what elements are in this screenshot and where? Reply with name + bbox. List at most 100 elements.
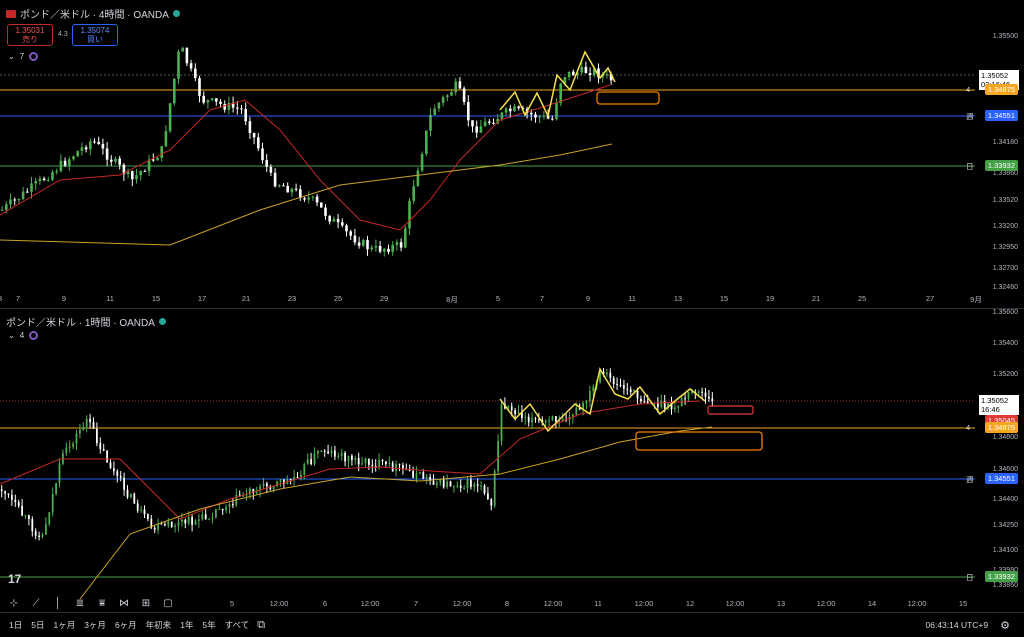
candle-body — [41, 534, 44, 537]
candle-body — [240, 108, 243, 110]
range-button[interactable]: 3ヶ月 — [84, 619, 106, 631]
cursor-icon[interactable]: ⊹ — [6, 598, 22, 609]
candle-body — [181, 519, 183, 522]
range-button[interactable]: すべて — [225, 619, 250, 631]
chart-pane-1h[interactable]: ポンド／米ドル · 1時間 · OANDA ⌄ 4 1.35600 1.35400… — [0, 308, 1024, 613]
range-button[interactable]: 1年 — [180, 619, 193, 631]
candle-body — [336, 219, 340, 223]
candle-body — [97, 141, 100, 144]
moving-average-red — [0, 400, 701, 520]
gear-icon[interactable]: ⚙ — [1000, 619, 1010, 632]
time-tick: 8月 — [446, 295, 458, 304]
channel-icon[interactable]: ⩸ — [94, 598, 110, 609]
sell-button[interactable]: 1.35031 売り — [7, 24, 53, 46]
candle-body — [640, 398, 642, 402]
bottom-toolbar: 1日 5日 1ヶ月 3ヶ月 6ヶ月 年初来 1年 5年 すべて ⧉ 06:43:14 UTC+9… — [0, 612, 1024, 637]
price-chart-4h[interactable] — [0, 0, 1024, 306]
candle-body — [609, 372, 612, 378]
candle-body — [463, 487, 465, 489]
candle-body — [79, 429, 81, 434]
moving-average-yellow — [0, 143, 613, 246]
candle-body — [72, 443, 74, 447]
candle-body — [89, 418, 91, 423]
indicator-settings-icon[interactable] — [29, 52, 39, 61]
candle-body — [619, 384, 622, 386]
candle-body — [210, 98, 214, 101]
spread-value: 4.3 — [58, 31, 68, 38]
trendline-icon[interactable]: ⟋ — [28, 598, 44, 609]
symbol-legend[interactable]: ポンド／米ドル · 1時間 · OANDA — [6, 314, 166, 329]
range-button[interactable]: 6ヶ月 — [115, 619, 137, 631]
candle-body — [17, 198, 21, 200]
candle-body — [14, 499, 17, 503]
range-button[interactable]: 5日 — [31, 619, 44, 631]
drawing-toolbar[interactable]: ⊹ ⟋ │ ≣ ⩸ ⋈ ⊞ ▢ — [0, 594, 221, 612]
candle-body — [177, 51, 180, 79]
chart-pane-4h[interactable]: ポンド／米ドル · 4時間 · OANDA 1.35031 売り 4.3 1.3… — [0, 0, 1024, 306]
candle-body — [353, 235, 357, 243]
clock[interactable]: 06:43:14 UTC+9 — [926, 620, 989, 630]
candle-body — [605, 74, 609, 76]
candle-body — [28, 515, 30, 520]
candle-body — [110, 159, 113, 162]
grid-icon[interactable]: ⊞ — [138, 598, 154, 609]
price-tick: 1.34800 — [992, 434, 1018, 441]
candle-body — [118, 158, 121, 165]
candle-body — [167, 521, 170, 526]
candle-body — [113, 468, 115, 472]
vertical-line-icon[interactable]: │ — [50, 598, 66, 609]
range-button[interactable]: 年初来 — [146, 619, 172, 631]
candle-body — [357, 458, 360, 465]
candle-body — [181, 47, 184, 52]
range-button[interactable]: 1ヶ月 — [53, 619, 75, 631]
candle-body — [34, 531, 37, 536]
date-range-icon[interactable]: ⧉ — [257, 619, 265, 632]
price-tick: 1.34180 — [992, 139, 1018, 146]
candle-body — [51, 172, 54, 180]
candle-body — [479, 126, 483, 133]
candle-body — [327, 451, 329, 454]
indicators-toggle[interactable]: ⌄ 4 — [8, 331, 39, 340]
candle-body — [483, 121, 487, 127]
candle-body — [317, 450, 319, 454]
candle-body — [48, 512, 51, 524]
candle-body — [383, 248, 386, 252]
indicator-settings-icon[interactable] — [29, 331, 39, 340]
fib-icon[interactable]: ≣ — [72, 598, 88, 609]
candle-body — [38, 178, 42, 182]
candle-body — [687, 392, 690, 399]
candle-body — [30, 183, 33, 192]
highlight-box — [635, 431, 763, 451]
range-button[interactable]: 1日 — [9, 619, 22, 631]
chevron-down-icon: ⌄ — [8, 331, 15, 340]
symbol-legend[interactable]: ポンド／米ドル · 4時間 · OANDA — [6, 6, 180, 21]
time-tick: 5 — [229, 599, 235, 608]
candle-body — [311, 196, 315, 198]
time-tick: 12:00 — [360, 599, 380, 608]
candle-body — [580, 66, 583, 73]
pattern-icon[interactable]: ⋈ — [116, 598, 132, 609]
candle-body — [572, 71, 575, 76]
candle-body — [531, 418, 533, 423]
candle-body — [59, 160, 63, 172]
indicators-toggle[interactable]: ⌄ 7 — [8, 52, 39, 61]
rectangle-icon[interactable]: ▢ — [160, 598, 176, 609]
candle-body — [612, 377, 615, 384]
candle-body — [143, 509, 146, 515]
candle-body — [164, 524, 166, 526]
candle-body — [290, 188, 294, 193]
candle-body — [307, 197, 310, 200]
price-chart-1h[interactable] — [0, 309, 1024, 613]
candle-body — [616, 383, 618, 385]
candle-body — [544, 420, 547, 423]
price-tick: 1.35400 — [992, 340, 1018, 347]
level-label: 4 — [966, 85, 971, 94]
candle-body — [310, 459, 312, 465]
candle-body — [340, 452, 343, 456]
candle-body — [374, 245, 378, 248]
candle-body — [293, 476, 295, 480]
candle-body — [514, 410, 516, 414]
range-button[interactable]: 5年 — [202, 619, 215, 631]
candle-body — [109, 462, 112, 469]
buy-button[interactable]: 1.35074 買い — [72, 24, 118, 46]
